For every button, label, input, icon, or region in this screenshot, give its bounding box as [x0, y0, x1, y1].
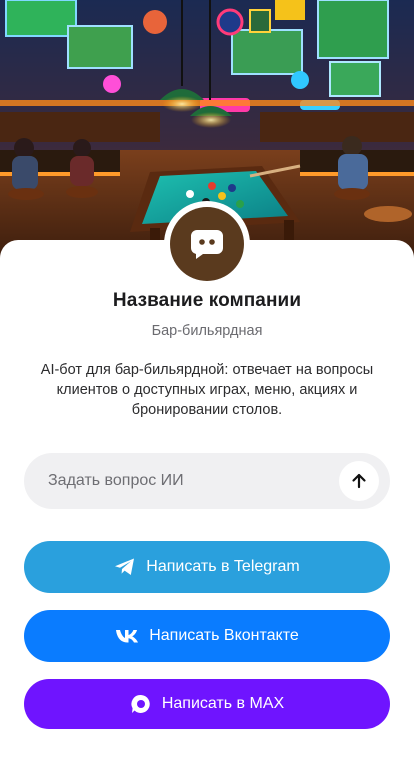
company-name: Название компании [112, 290, 302, 311]
vk-icon [115, 629, 139, 643]
max-button[interactable]: Написать в MAX [24, 679, 390, 729]
vk-button-label: Написать Вконтакте [149, 627, 299, 644]
avatar-circle [170, 207, 244, 281]
screen: Название компании Бар-бильярдная AI-бот … [0, 0, 414, 770]
telegram-button-label: Написать в Telegram [146, 558, 300, 575]
vk-button[interactable]: Написать Вконтакте [24, 610, 390, 662]
company-category: Бар-бильярдная [151, 323, 263, 339]
company-avatar [164, 201, 250, 287]
max-icon [130, 693, 152, 715]
company-description: AI-бот для бар-бильярдной: отвечает на в… [40, 362, 374, 418]
telegram-button[interactable]: Написать в Telegram [24, 541, 390, 593]
chat-bubble-icon [190, 230, 223, 259]
ask-ai-input[interactable] [48, 472, 318, 490]
arrow-up-icon [352, 473, 366, 489]
telegram-icon [114, 557, 136, 577]
max-button-label: Написать в MAX [161, 695, 285, 712]
ask-ai-field[interactable] [24, 453, 390, 509]
send-button[interactable] [339, 461, 379, 501]
